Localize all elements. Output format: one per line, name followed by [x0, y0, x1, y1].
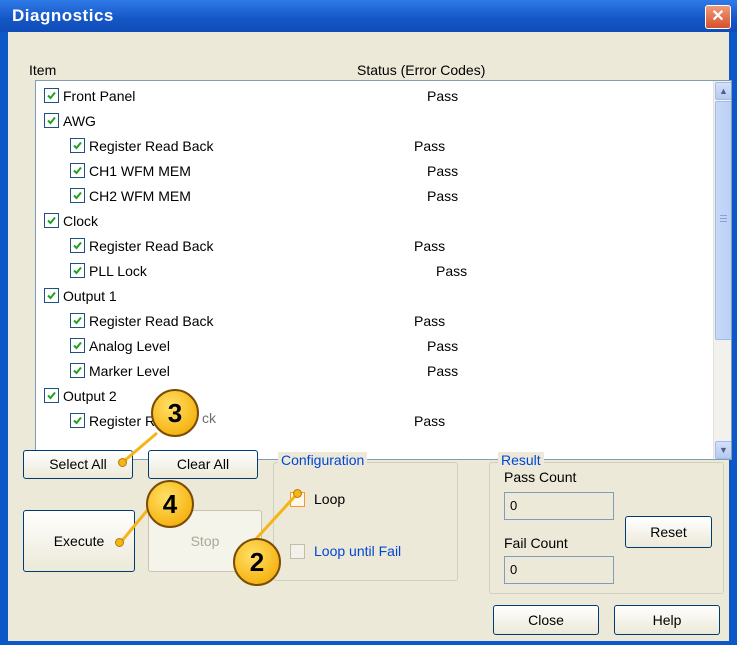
diagnostics-window: Diagnostics ✕ Item Status (Error Codes) …: [0, 0, 737, 645]
callout-leader-lines: [119, 431, 299, 543]
callout-2: 2: [233, 538, 281, 586]
callout-3-anchor: [118, 458, 127, 467]
callout-2-anchor: [293, 489, 302, 498]
callout-3: 3: [151, 389, 199, 437]
callout-4: 4: [146, 480, 194, 528]
partial-row-text: ck: [202, 410, 216, 426]
callout-4-anchor: [115, 538, 124, 547]
